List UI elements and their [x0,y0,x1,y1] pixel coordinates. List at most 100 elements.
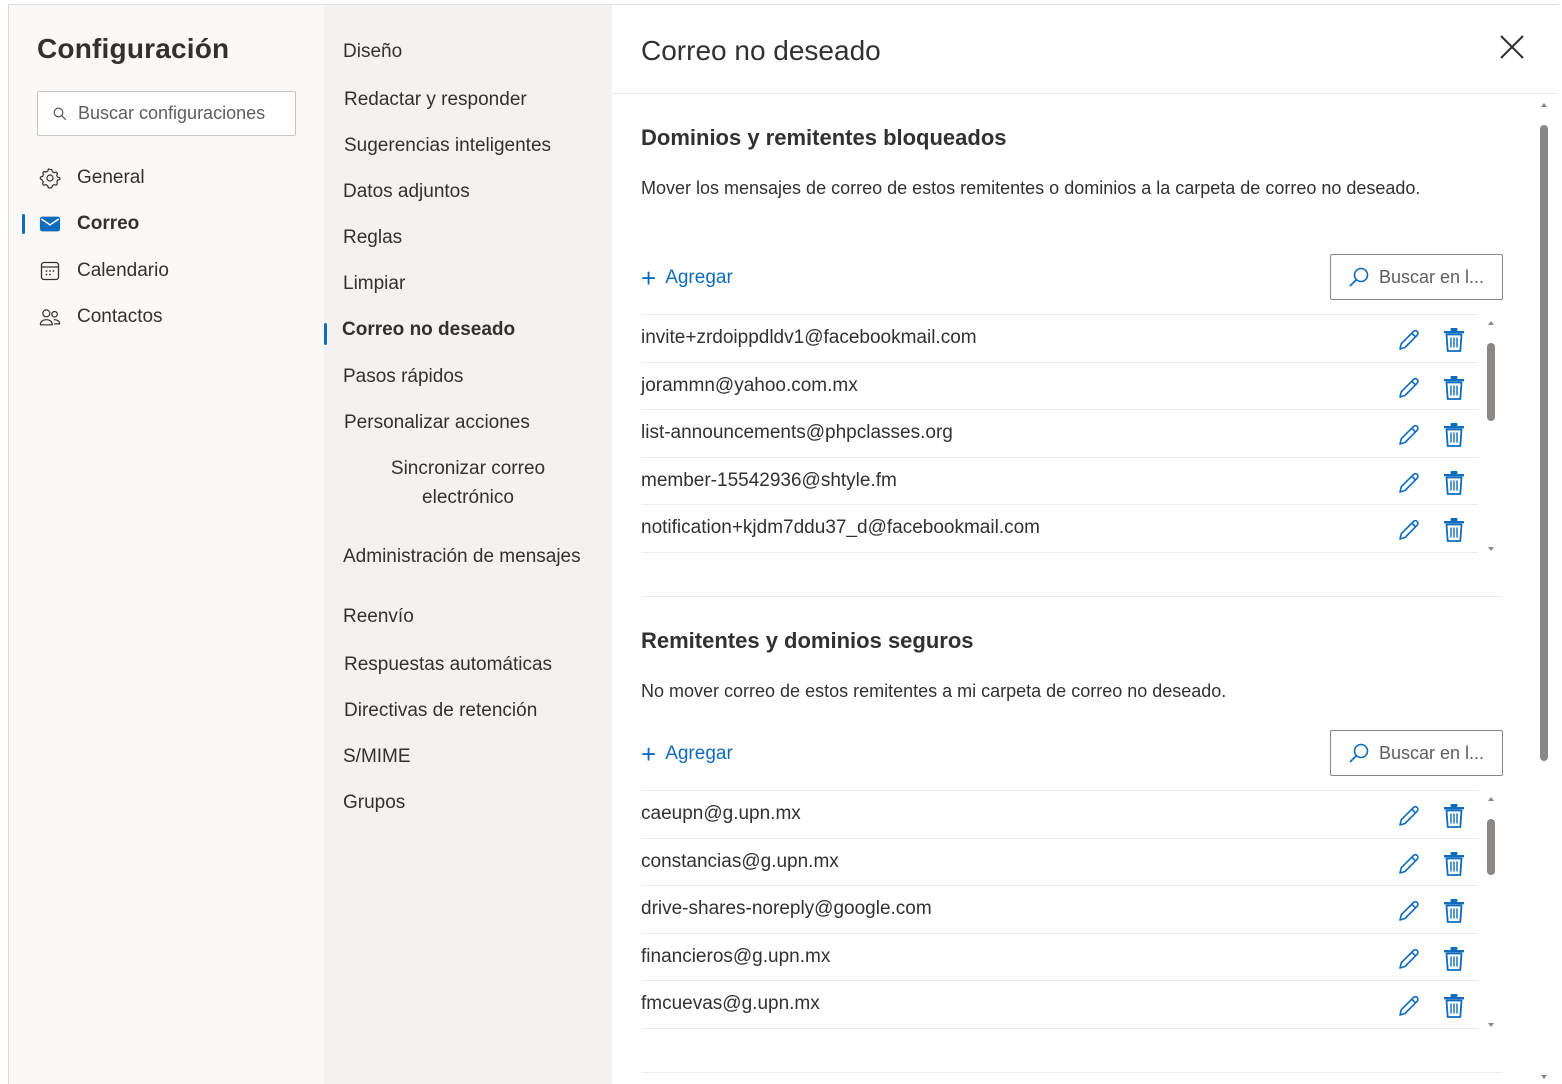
active-indicator [324,323,327,345]
edit-icon[interactable] [1396,898,1422,924]
nav-item-label: General [77,167,145,188]
mail-icon [39,213,61,235]
list-item: notification+kjdm7ddu37_d@facebookmail.c… [641,505,1478,553]
scroll-up-arrow-icon[interactable] [1541,103,1547,107]
scroll-up-arrow-icon[interactable] [1488,797,1494,801]
nav-item-calendar[interactable]: Calendario [9,251,324,291]
scroll-up-arrow-icon[interactable] [1488,321,1494,325]
subnav-item-sync-email[interactable]: Sincronizar correo electrónico [324,454,612,514]
nav-item-label: Contactos [77,306,163,327]
sender-address: notification+kjdm7ddu37_d@facebookmail.c… [641,517,1040,539]
edit-icon[interactable] [1396,327,1422,353]
delete-icon[interactable] [1443,803,1465,829]
junk-email-pane: Correo no deseado Dominios y remitentes … [612,5,1558,1084]
subnav-item-junk-email[interactable]: Correo no deseado [324,319,612,349]
subnav-item-retention-policies[interactable]: Directivas de retención [324,700,612,730]
sender-address: jorammn@yahoo.com.mx [641,374,858,396]
active-indicator [22,214,25,234]
delete-icon[interactable] [1443,375,1465,401]
subnav-item-attachments[interactable]: Datos adjuntos [324,181,612,211]
mail-settings-nav: Diseño Redactar y responder Sugerencias … [324,5,612,1084]
add-blocked-sender-button[interactable]: + Agregar [641,263,733,293]
list-item: list-announcements@phpclasses.org [641,410,1478,458]
search-icon [1347,741,1371,765]
delete-icon[interactable] [1443,422,1465,448]
subnav-item-compose[interactable]: Redactar y responder [324,89,612,119]
subnav-item-label-line2: electrónico [422,487,514,508]
subnav-item-customize-actions[interactable]: Personalizar acciones [324,412,612,442]
nav-item-contacts[interactable]: Contactos [9,297,324,337]
delete-icon[interactable] [1443,517,1465,543]
safe-list-search[interactable]: Buscar en l... [1330,730,1503,776]
delete-icon[interactable] [1443,946,1465,972]
safe-list-scrollbar[interactable] [1485,797,1499,1027]
page-title: Correo no deseado [641,35,881,66]
nav-item-general[interactable]: General [9,158,324,198]
subnav-item-smime[interactable]: S/MIME [324,746,612,776]
close-button[interactable] [1496,33,1528,65]
close-icon [1499,34,1525,65]
safe-senders-list: caeupn@g.upn.mx constancias@g.upn.mx dri… [641,790,1478,1029]
list-item: drive-shares-noreply@google.com [641,886,1478,934]
nav-item-mail[interactable]: Correo [9,204,324,244]
pane-scrollbar[interactable] [1538,97,1552,1084]
subnav-item-label: Limpiar [343,273,406,294]
list-search-label: Buscar en l... [1379,742,1485,763]
scrollbar-thumb[interactable] [1540,125,1548,761]
sender-address: constancias@g.upn.mx [641,850,839,872]
delete-icon[interactable] [1443,898,1465,924]
subnav-item-label: Grupos [343,792,406,813]
calendar-icon [39,260,61,282]
delete-icon[interactable] [1443,470,1465,496]
scrollbar-thumb[interactable] [1487,819,1495,875]
scroll-down-arrow-icon[interactable] [1488,547,1494,551]
edit-icon[interactable] [1396,851,1422,877]
subnav-item-sweep[interactable]: Limpiar [324,273,612,303]
subnav-item-quick-steps[interactable]: Pasos rápidos [324,366,612,396]
subnav-item-rules[interactable]: Reglas [324,227,612,257]
subnav-item-message-handling[interactable]: Administración de mensajes [324,546,612,576]
add-safe-sender-button[interactable]: + Agregar [641,739,733,769]
sender-address: caeupn@g.upn.mx [641,803,801,825]
edit-icon[interactable] [1396,803,1422,829]
edit-icon[interactable] [1396,470,1422,496]
section-divider [641,596,1503,597]
subnav-item-layout[interactable]: Diseño [324,41,612,71]
subnav-item-label: Correo no deseado [342,319,516,340]
edit-icon[interactable] [1396,375,1422,401]
subnav-item-smart-suggestions[interactable]: Sugerencias inteligentes [324,135,612,165]
list-item: constancias@g.upn.mx [641,839,1478,886]
edit-icon[interactable] [1396,517,1422,543]
settings-search[interactable] [37,91,296,136]
delete-icon[interactable] [1443,993,1465,1019]
scrollbar-thumb[interactable] [1487,343,1495,421]
subnav-item-label: Reglas [343,227,403,248]
list-item: jorammn@yahoo.com.mx [641,363,1478,410]
add-button-label: Agregar [665,267,733,288]
subnav-item-label: Administración de mensajes [343,546,581,567]
safe-senders-description: No mover correo de estos remitentes a mi… [641,681,1227,701]
subnav-item-automatic-replies[interactable]: Respuestas automáticas [324,654,612,684]
nav-item-label: Correo [77,213,140,234]
search-icon [1347,265,1371,289]
edit-icon[interactable] [1396,422,1422,448]
sender-address: drive-shares-noreply@google.com [641,898,932,920]
subnav-item-groups[interactable]: Grupos [324,792,612,822]
edit-icon[interactable] [1396,946,1422,972]
edit-icon[interactable] [1396,993,1422,1019]
delete-icon[interactable] [1443,327,1465,353]
list-item: fmcuevas@g.upn.mx [641,981,1478,1029]
subnav-item-forwarding[interactable]: Reenvío [324,606,612,636]
blocked-list-scrollbar[interactable] [1485,321,1499,551]
scroll-down-arrow-icon[interactable] [1488,1023,1494,1027]
subnav-item-label: S/MIME [343,746,411,767]
blocked-senders-description: Mover los mensajes de correo de estos re… [641,178,1421,198]
subnav-item-label: Directivas de retención [344,700,538,721]
scroll-down-arrow-icon[interactable] [1541,1075,1547,1079]
safe-senders-title: Remitentes y dominios seguros [641,628,974,653]
add-button-label: Agregar [665,743,733,764]
delete-icon[interactable] [1443,851,1465,877]
blocked-list-search[interactable]: Buscar en l... [1330,254,1503,300]
settings-search-input[interactable] [78,103,268,124]
gear-icon [39,167,61,189]
